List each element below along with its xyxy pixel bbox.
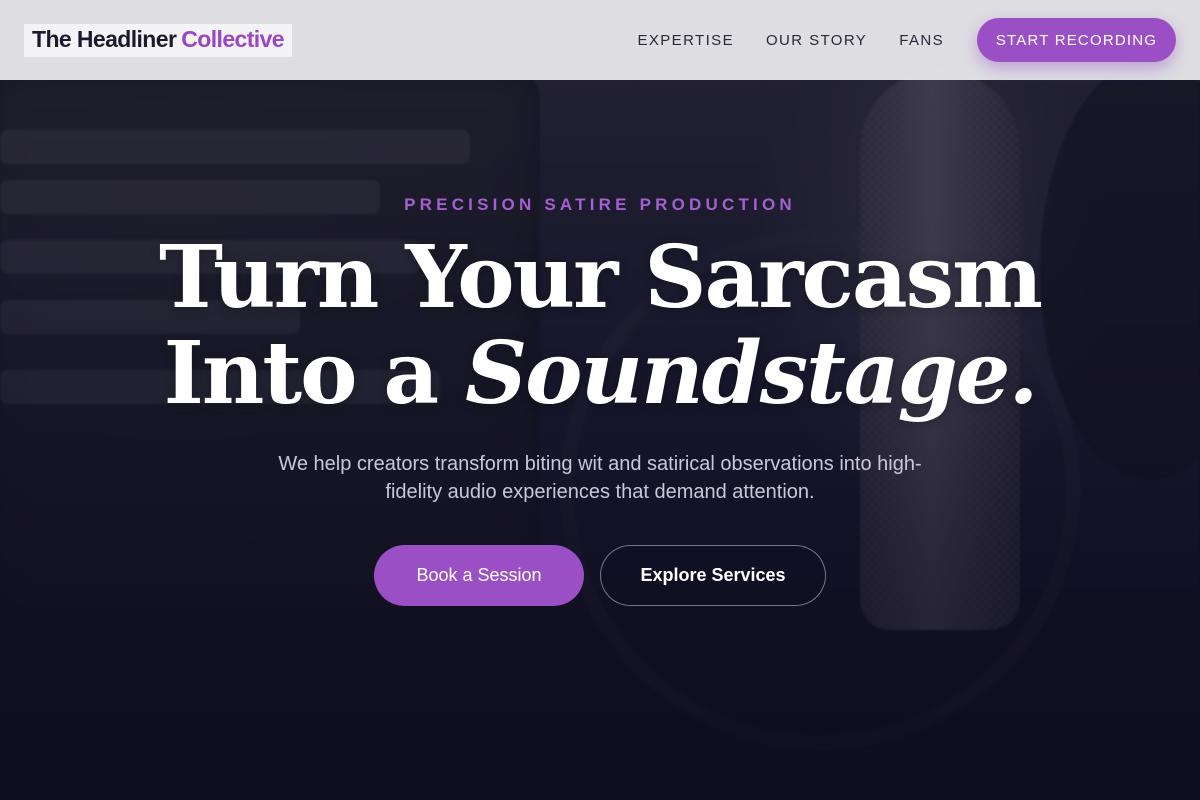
nav-link-our-story[interactable]: OUR STORY bbox=[766, 32, 867, 49]
nav-link-fans[interactable]: FANS bbox=[899, 32, 944, 49]
book-session-button[interactable]: Book a Session bbox=[374, 545, 584, 606]
hero-headline: Turn Your Sarcasm Into a Soundstage. bbox=[0, 230, 1200, 422]
explore-services-button[interactable]: Explore Services bbox=[600, 545, 826, 606]
hero-eyebrow: PRECISION SATIRE PRODUCTION bbox=[404, 195, 796, 214]
nav-link-expertise[interactable]: EXPERTISE bbox=[637, 32, 734, 49]
hero-section: PRECISION SATIRE PRODUCTION Turn Your Sa… bbox=[0, 80, 1200, 800]
main-nav: EXPERTISE OUR STORY FANS START RECORDING bbox=[637, 18, 1176, 62]
headline-italic-word: Soundstage. bbox=[465, 323, 1038, 424]
start-recording-button[interactable]: START RECORDING bbox=[977, 18, 1176, 62]
headline-line-2: Into a bbox=[163, 323, 440, 424]
logo[interactable]: The Headliner Collective bbox=[24, 23, 292, 57]
logo-text-primary: The Headliner bbox=[32, 25, 177, 52]
hero-buttons: Book a Session Explore Services bbox=[0, 545, 1200, 606]
headline-line-1: Turn Your Sarcasm bbox=[158, 227, 1043, 328]
logo-text-accent: Collective bbox=[181, 25, 284, 52]
hero-subtext: We help creators transform biting wit an… bbox=[278, 453, 922, 503]
site-header: The Headliner Collective EXPERTISE OUR S… bbox=[0, 0, 1200, 80]
